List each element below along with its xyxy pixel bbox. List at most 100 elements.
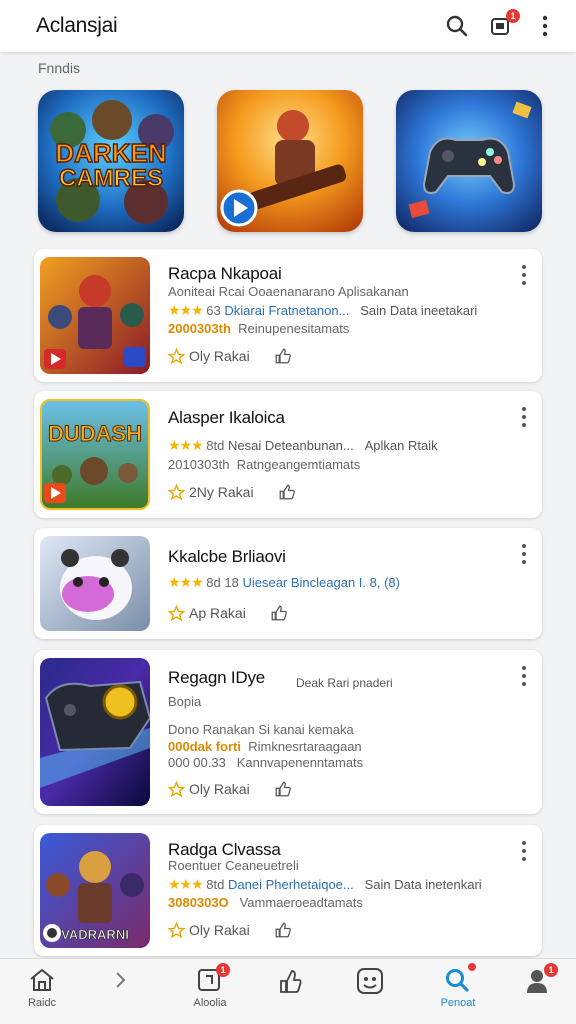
category: Sain Data inetenkari <box>364 877 482 892</box>
share-button[interactable] <box>274 780 292 798</box>
nav-item-home[interactable]: Raidc <box>2 967 82 1009</box>
chevron-right-icon <box>116 972 126 988</box>
rate-button[interactable]: 2Ny Rakai <box>168 483 254 501</box>
app-date-line: 2010303th Ratngeangemtiamats <box>168 457 360 472</box>
more-vert-icon[interactable] <box>520 666 528 686</box>
app-title: Regagn IDye <box>168 668 266 687</box>
more-vert-icon[interactable] <box>520 544 528 564</box>
date-extra: Reinupenesitamats <box>238 321 350 336</box>
featured-tile-controller[interactable] <box>396 90 542 232</box>
app-card[interactable]: Kkalcbe Brliaovi ★★★ 8d 18 Uiesear Bincl… <box>34 528 542 639</box>
highlight-rest: Rimknesrtaraagaan <box>248 739 362 754</box>
app-meta: ★★★ 8d 18 Uiesear Bincleagan I. 8, (8) <box>168 574 400 591</box>
app-subtitle: Aoniteai Rcai Ooaenanarano Aplisakanan <box>168 284 409 299</box>
publisher: Uiesear Bincleagan I. 8, (8) <box>242 575 400 590</box>
app-card[interactable]: VADRARNI Radga Clvassa Roentuer Ceaneuet… <box>34 825 542 956</box>
rate-button[interactable]: Ap Rakai <box>168 604 246 622</box>
thumb-icon <box>280 970 302 993</box>
category: Sain Data ineetakari <box>360 303 478 318</box>
rating-stars: ★★★ <box>168 574 204 590</box>
nav-item-game[interactable] <box>330 967 410 995</box>
app-card[interactable]: Racpa Nkapoai Aoniteai Rcai Ooaenanarano… <box>34 249 542 382</box>
app-thumbnail <box>40 257 150 374</box>
star-icon <box>168 483 185 500</box>
home-icon <box>30 968 54 991</box>
notifications-icon[interactable]: 1 <box>488 9 520 39</box>
svg-text:DUDASH: DUDASH <box>48 421 142 446</box>
app-meta: ★★★ 63 Dkiarai Fratnetanon... Sain Data … <box>168 302 477 319</box>
thumb-icon <box>271 605 287 621</box>
highlight: 000dak forti <box>168 739 241 754</box>
rate-button[interactable]: Oly Rakai <box>168 780 250 798</box>
rating-stars: ★★★ <box>168 437 204 453</box>
thumb-icon <box>275 781 291 797</box>
date-extra: Ratngeangemtiamats <box>236 457 361 472</box>
more-vert-icon[interactable] <box>520 841 528 861</box>
app-thumbnail <box>40 536 150 631</box>
publisher: Dkiarai Fratnetanon... <box>224 303 350 318</box>
app-date-line: 2000303th Reinupenesitamats <box>168 321 349 336</box>
more-vert-icon[interactable] <box>520 407 528 427</box>
nav-label: Aloolia <box>193 997 227 1009</box>
nav-item-thumb[interactable] <box>250 967 330 995</box>
card-actions: 2Ny Rakai <box>168 483 296 501</box>
rate-label: Oly Rakai <box>189 922 250 938</box>
share-button[interactable] <box>274 347 292 365</box>
rate-label: Ap Rakai <box>189 605 246 621</box>
release-date: 2000303th <box>168 321 231 336</box>
rating-stars: ★★★ <box>168 876 204 892</box>
rating-stars: ★★★ <box>168 302 204 318</box>
search-active-icon <box>446 969 469 992</box>
app-card[interactable]: Regagn IDye Deak Rari pnaderi Bopia Dono… <box>34 650 542 814</box>
app-thumbnail <box>40 658 150 806</box>
featured-carousel: DARKEN CAMRES <box>38 90 542 232</box>
share-button[interactable] <box>274 921 292 939</box>
notification-badge: 1 <box>506 9 520 23</box>
share-button[interactable] <box>278 483 296 501</box>
featured-tile-dark-games[interactable]: DARKEN CAMRES <box>38 90 184 232</box>
nav-item-profile[interactable]: 1 <box>498 963 576 995</box>
game-face-icon <box>357 968 383 994</box>
rate-button[interactable]: Oly Rakai <box>168 347 250 365</box>
app-title: Kkalcbe Brliaovi <box>168 547 286 566</box>
thumb-icon <box>275 348 291 364</box>
app-card[interactable]: DUDASH Alasper Ikaloica ★★★ 8td Nesai De… <box>34 391 542 518</box>
nav-label: Penoat <box>440 997 476 1009</box>
app-description: Dono Ranakan Si kanai kemaka <box>168 722 354 737</box>
rating-value: 8d 18 <box>206 575 239 590</box>
thumb-icon <box>275 922 291 938</box>
publisher: Danei Pherhetaiqoe... <box>227 877 354 892</box>
share-button[interactable] <box>270 604 288 622</box>
app-highlight-line: 000dak forti Rimknesrtaraagaan <box>168 739 362 754</box>
nav-label: Raidc <box>27 997 57 1009</box>
top-actions: 1 <box>444 9 558 39</box>
app-thumbnail: VADRARNI <box>40 833 150 948</box>
app-developer: Deak Rari pnaderi <box>296 676 393 690</box>
rating-value: 8td <box>206 877 225 892</box>
nav-item-chevron[interactable] <box>80 967 160 993</box>
app-title: Aclansjai <box>36 14 118 37</box>
search-icon[interactable] <box>444 13 470 39</box>
star-icon <box>168 921 185 938</box>
release-date: 2010303th <box>168 457 230 472</box>
release-date: 000 00.33 <box>168 755 226 770</box>
nav-item-search[interactable]: Penoat <box>418 963 498 1009</box>
app-subtitle: Bopia <box>168 694 202 709</box>
app-date-line: 000 00.33 Kannvapenenntamats <box>168 755 363 770</box>
card-actions: Oly Rakai <box>168 347 292 365</box>
nav-badge: 1 <box>544 963 558 977</box>
svg-text:DARKEN: DARKEN <box>55 138 166 168</box>
featured-tile-warrior-video[interactable] <box>217 90 363 232</box>
more-vert-icon[interactable] <box>532 13 558 39</box>
rating-value: 63 <box>206 303 221 318</box>
nav-item-inbox[interactable]: 1 Aloolia <box>170 963 250 1009</box>
app-meta: ★★★ 8td Nesai Deteanbunan... Aplkan Rtai… <box>168 437 438 454</box>
app-title: Alasper Ikaloica <box>168 408 285 427</box>
app-thumbnail: DUDASH <box>40 399 150 510</box>
more-vert-icon[interactable] <box>520 265 528 285</box>
rate-label: Oly Rakai <box>189 348 250 364</box>
rate-button[interactable]: Oly Rakai <box>168 921 250 939</box>
card-actions: Oly Rakai <box>168 780 292 798</box>
publisher: Nesai Deteanbunan... <box>227 438 354 453</box>
rate-label: 2Ny Rakai <box>189 484 254 500</box>
